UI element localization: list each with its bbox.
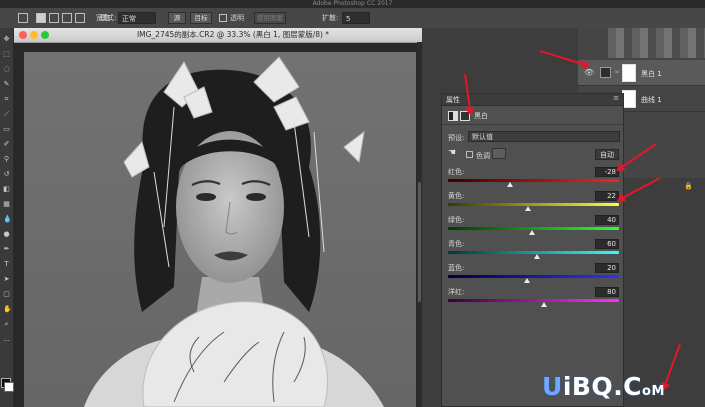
shape-tool-icon[interactable]: ▢ [3,291,10,298]
slider-track[interactable] [448,179,619,182]
source-button[interactable]: 源 [168,12,186,24]
slider-track[interactable] [448,203,619,206]
pixelated-region [608,28,705,58]
diffusion-select[interactable]: 5 [342,12,370,24]
slider-label: 洋红: [448,288,465,296]
patch-tool-icon[interactable]: ▭ [3,126,10,133]
adjustment-type-icon [448,111,458,121]
minimize-window-icon[interactable] [30,31,38,39]
hand-tool-icon[interactable]: ✋ [3,306,12,313]
tint-label: 色调 [476,152,490,160]
properties-tab[interactable]: 属性 [446,95,460,105]
layer-name: 曲线 1 [641,96,662,104]
vertical-scrollbar[interactable] [417,42,422,407]
preset-select[interactable]: 默认值 [468,131,620,142]
mode-label: 模式: [100,14,117,22]
background-color-swatch[interactable] [4,382,14,392]
eyedropper-tool-icon[interactable]: ⟋ [3,111,10,118]
lasso-tool-icon[interactable]: ◌ [3,66,10,73]
preset-label: 预设: [448,134,465,142]
slider-row: 黄色: 22 [442,191,623,213]
move-tool-icon[interactable]: ✥ [3,36,10,43]
toolbar: ✥ ⬚ ◌ ✎ ⌗ ⟋ ▭ ✐ ⚲ ↺ ◧ ▦ 💧 ● ✒ T ➤ ▢ ✋ ⌕ … [0,28,14,407]
subtract-selection-icon[interactable] [62,13,72,23]
slider-knob[interactable] [528,230,535,235]
slider-knob[interactable] [525,206,532,211]
path-select-tool-icon[interactable]: ➤ [3,276,10,283]
destination-button[interactable]: 目标 [190,12,212,24]
slider-value-field[interactable]: 80 [595,287,619,297]
layer-name: 黑白 1 [641,70,662,78]
slider-row: 蓝色: 20 [442,263,623,285]
mode-select[interactable]: 正常 [118,12,156,24]
slider-value-field[interactable]: 40 [595,215,619,225]
document-window: IMG_2745的副本.CR2 @ 33.3% (黑白 1, 图层蒙版/8) * [14,28,422,407]
document-tab[interactable]: IMG_2745的副本.CR2 @ 33.3% (黑白 1, 图层蒙版/8) * [14,28,422,43]
slider-row: 青色: 60 [442,239,623,261]
blur-tool-icon[interactable]: 💧 [3,216,12,223]
slider-row: 绿色: 40 [442,215,623,237]
new-selection-icon[interactable] [36,13,46,23]
diffusion-label: 扩散: [322,14,339,22]
close-window-icon[interactable] [19,31,27,39]
more-tools-icon[interactable]: … [3,336,10,343]
app-title-bar: Adobe Photoshop CC 2017 [0,0,705,8]
tint-checkbox[interactable] [466,151,473,158]
pen-tool-icon[interactable]: ✒ [3,246,10,253]
slider-row: 红色: -28 [442,167,623,189]
slider-value-field[interactable]: 20 [595,263,619,273]
preset-row: 预设: 默认值 [442,130,623,144]
stamp-tool-icon[interactable]: ⚲ [3,156,10,163]
slider-track[interactable] [448,275,619,278]
slider-label: 黄色: [448,192,465,200]
targeted-adjust-hand-icon[interactable]: ☚ [448,148,456,158]
slider-label: 绿色: [448,216,465,224]
slider-label: 蓝色: [448,264,465,272]
zoom-tool-icon[interactable]: ⌕ [3,321,10,328]
marquee-tool-icon[interactable]: ⬚ [3,51,10,58]
crop-tool-icon[interactable]: ⌗ [3,96,10,103]
type-tool-icon[interactable]: T [3,261,10,268]
auto-button[interactable]: 自动 [595,149,619,160]
history-brush-tool-icon[interactable]: ↺ [3,171,10,178]
slider-track[interactable] [448,299,619,302]
quick-select-tool-icon[interactable]: ✎ [3,81,10,88]
layer-mask-thumbnail[interactable] [622,64,636,82]
slider-value-field[interactable]: 60 [595,239,619,249]
intersect-selection-icon[interactable] [75,13,85,23]
options-bar: 宽度: 模式: 正常 源 目标 透明 使用图案 扩散: 5 [0,8,705,29]
watermark-logo: UiBQ.CoM [542,372,665,401]
layer-row-bw[interactable]: 👁 ∞ 黑白 1 [578,60,705,86]
document-title: IMG_2745的副本.CR2 @ 33.3% (黑白 1, 图层蒙版/8) * [136,30,330,39]
panel-menu-icon[interactable]: ≡ [613,94,619,102]
slider-knob[interactable] [533,254,540,259]
eraser-tool-icon[interactable]: ◧ [3,186,10,193]
use-pattern-button[interactable]: 使用图案 [254,12,286,24]
dodge-tool-icon[interactable]: ● [3,231,10,238]
slider-knob[interactable] [506,182,513,187]
app-title: Adobe Photoshop CC 2017 [312,0,393,7]
add-selection-icon[interactable] [49,13,59,23]
lock-icon[interactable]: 🔒 [684,182,693,190]
brush-tool-icon[interactable]: ✐ [3,141,10,148]
slider-label: 青色: [448,240,465,248]
transparent-checkbox[interactable] [219,14,227,22]
gradient-tool-icon[interactable]: ▦ [3,201,10,208]
image-canvas[interactable] [24,52,416,407]
slider-knob[interactable] [523,278,530,283]
properties-panel: 属性 ≡ 黑白 预设: 默认值 ☚ 色调 自动 红色: -28 黄色: 22 绿色: 40… [441,93,624,407]
patch-tool-icon[interactable] [18,13,28,23]
portrait-image [24,52,416,407]
slider-label: 红色: [448,168,465,176]
slider-knob[interactable] [540,302,547,307]
adjustment-name: 黑白 [474,112,488,120]
transparent-label: 透明 [230,14,244,22]
link-icon[interactable]: ∞ [614,68,620,76]
layer-mask-thumbnail[interactable] [622,90,636,108]
tint-color-swatch[interactable] [492,148,506,159]
slider-row: 洋红: 80 [442,287,623,309]
bw-adjustment-icon [600,67,611,78]
